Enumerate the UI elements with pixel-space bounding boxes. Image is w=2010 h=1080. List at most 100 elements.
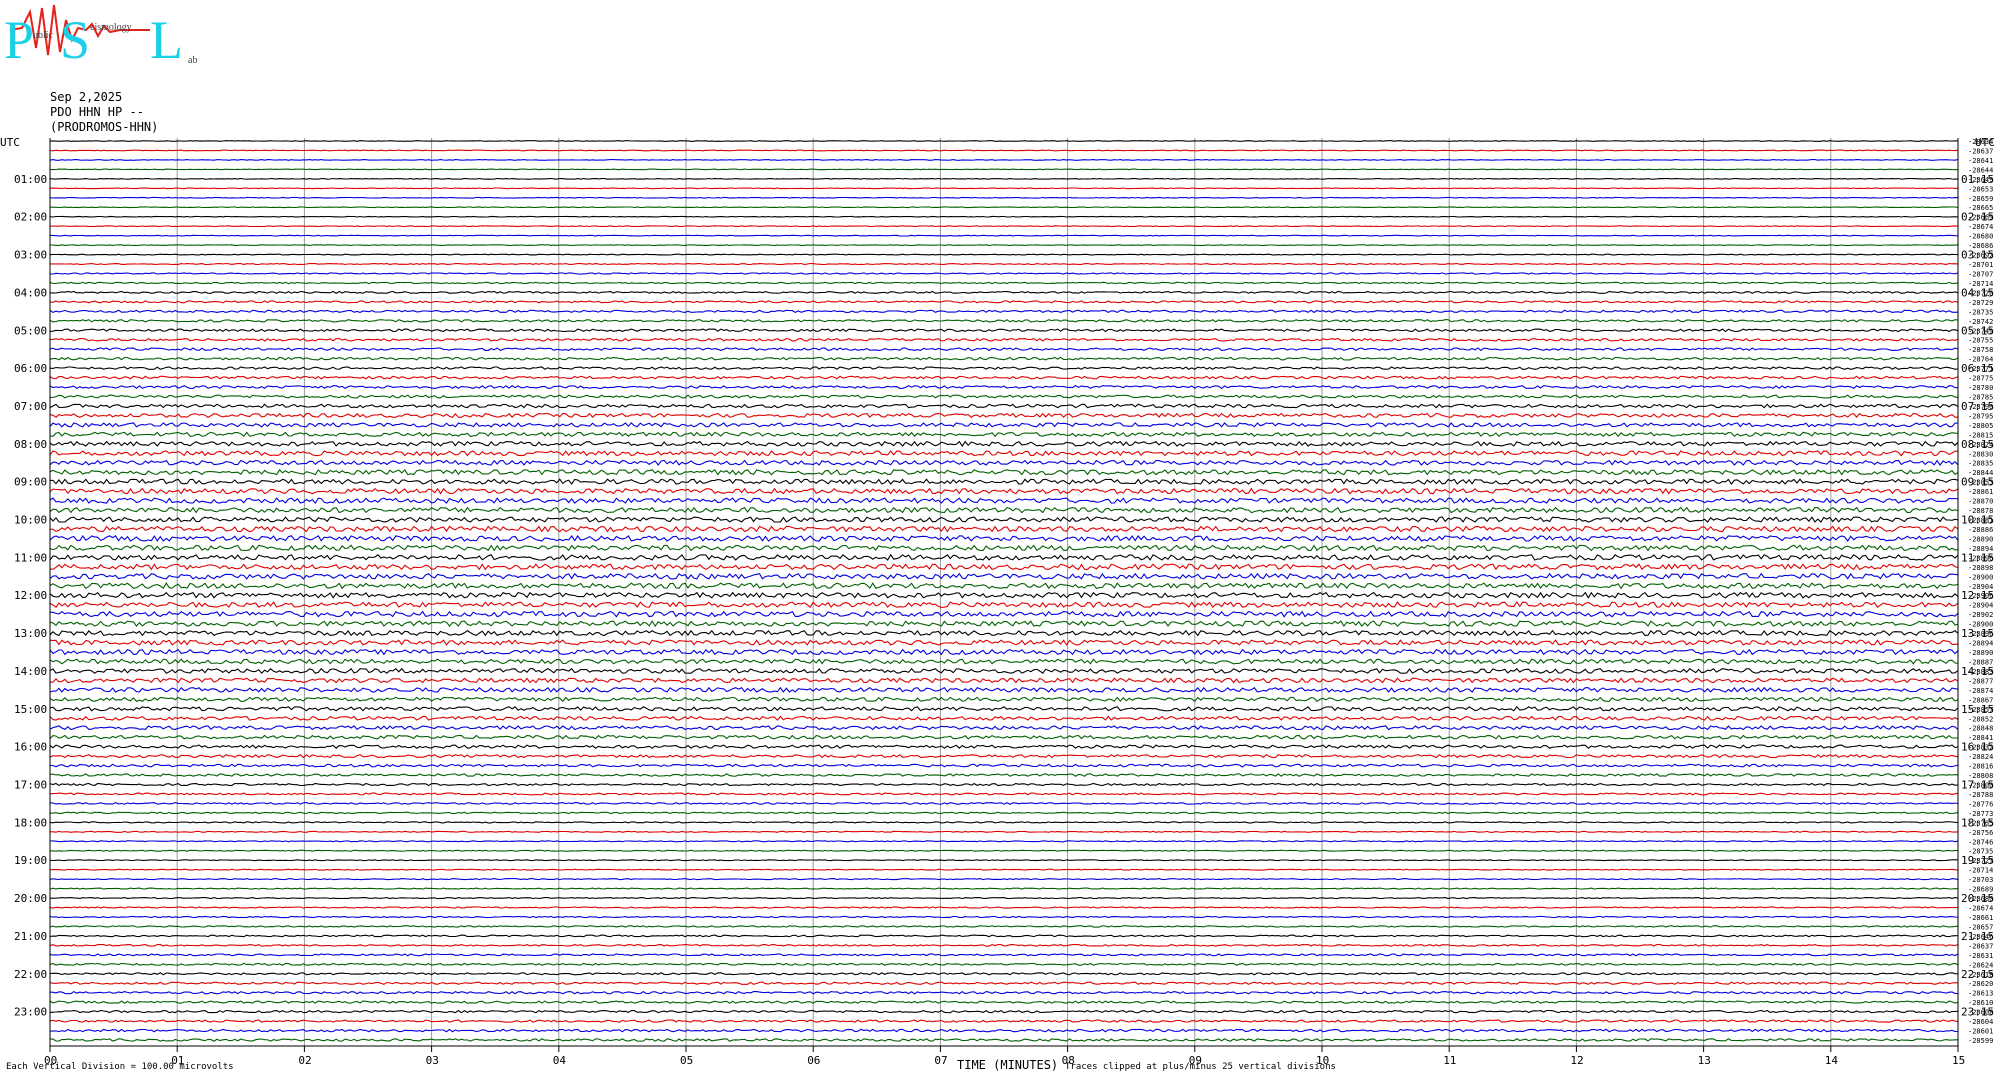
- trace-line: [49, 553, 1959, 561]
- trace-line: [49, 459, 1959, 466]
- left-hour-label: 02:00: [14, 211, 47, 224]
- left-hour-label: 23:00: [14, 1006, 47, 1019]
- plot-frame: [49, 138, 1959, 1052]
- x-tick-label: 13: [1698, 1054, 1711, 1067]
- trace-line: [49, 972, 1959, 976]
- right-hour-label: 22:15: [1961, 968, 1994, 981]
- trace-line: [49, 525, 1959, 533]
- trace-line: [50, 234, 1959, 237]
- trace-line: [49, 187, 1959, 190]
- x-axis-title: TIME (MINUTES): [957, 1058, 1059, 1072]
- left-hour-label: 07:00: [14, 400, 47, 413]
- x-tick-label: 14: [1825, 1054, 1839, 1067]
- trace-value-label: -28816: [1968, 763, 1993, 771]
- trace-line: [49, 300, 1959, 304]
- trace-line: [49, 792, 1959, 796]
- trace-value-label: -28707: [1968, 270, 1993, 278]
- plot-date: Sep 2,2025: [50, 90, 123, 104]
- trace-line: [49, 734, 1958, 740]
- trace-line: [49, 934, 1958, 938]
- right-hour-label: 11:15: [1961, 551, 1994, 564]
- trace-line: [49, 215, 1959, 218]
- station-code: PDO HHN HP --: [50, 105, 144, 119]
- trace-value-label: -28780: [1968, 384, 1993, 392]
- trace-line: [49, 534, 1959, 542]
- trace-value-label: -28703: [1968, 876, 1993, 884]
- trace-line: [49, 177, 1959, 180]
- right-hour-label: 10:15: [1961, 514, 1994, 527]
- left-hour-label: 15:00: [14, 703, 47, 716]
- right-hour-label: 03:15: [1961, 249, 1994, 262]
- trace-line: [49, 925, 1959, 928]
- right-hour-label: 16:15: [1961, 741, 1994, 754]
- trace-value-label: -28886: [1968, 526, 1993, 534]
- trace-line: [49, 943, 1959, 947]
- trace-value-label: -28735: [1968, 308, 1993, 316]
- left-hour-label: 03:00: [14, 249, 47, 262]
- trace-value-label: -28824: [1968, 753, 1993, 761]
- left-hour-label: 13:00: [14, 627, 47, 640]
- trace-line: [50, 1028, 1959, 1033]
- trace-line: [49, 319, 1959, 323]
- trace-line: [49, 906, 1958, 909]
- trace-value-label: -28714: [1968, 867, 1993, 875]
- trace-line: [49, 168, 1959, 171]
- trace-line: [50, 830, 1959, 833]
- trace-line: [49, 159, 1959, 161]
- left-hour-label: 05:00: [14, 324, 47, 337]
- trace-line: [49, 422, 1959, 428]
- trace-line: [49, 385, 1959, 390]
- trace-value-label: -28795: [1968, 412, 1993, 420]
- x-tick-label: 07: [934, 1054, 947, 1067]
- trace-line: [49, 497, 1959, 505]
- trace-line: [49, 412, 1959, 419]
- trace-value-label: -28902: [1968, 611, 1993, 619]
- trace-line: [49, 811, 1959, 815]
- minute-grid: [176, 138, 1832, 1046]
- trace-line: [49, 601, 1959, 609]
- trace-line: [50, 677, 1959, 684]
- right-hour-label: 23:15: [1961, 1006, 1994, 1019]
- trace-line: [49, 821, 1959, 824]
- trace-line: [49, 629, 1959, 637]
- trace-line: [49, 468, 1959, 476]
- x-tick-label: 03: [426, 1054, 439, 1067]
- trace-line: [49, 440, 1959, 447]
- right-hour-label: 20:15: [1961, 892, 1994, 905]
- right-hour-label: 07:15: [1961, 400, 1994, 413]
- trace-line: [50, 763, 1959, 768]
- trace-value-label: -28900: [1968, 573, 1993, 581]
- logo-letter-l: L: [150, 10, 183, 70]
- trace-line: [49, 487, 1959, 495]
- trace-value-label: -28756: [1968, 829, 1993, 837]
- trace-line: [49, 431, 1959, 438]
- trace-value-label: -28870: [1968, 498, 1993, 506]
- trace-line: [50, 206, 1959, 209]
- helicorder-chart: -28634-28637-28641-28644-28649-28653-286…: [0, 136, 1995, 1067]
- left-hour-label: 14:00: [14, 665, 47, 678]
- left-hour-label: 01:00: [14, 173, 47, 186]
- trace-line: [49, 610, 1959, 618]
- trace-line: [49, 375, 1959, 380]
- trace-line: [49, 990, 1959, 995]
- trace-line: [49, 849, 1959, 852]
- trace-line: [49, 516, 1959, 523]
- trace-line: [49, 658, 1959, 665]
- trace-value-label: -28894: [1968, 640, 1993, 648]
- left-axis-title: UTC: [0, 136, 20, 149]
- trace-value-label: -28874: [1968, 687, 1993, 695]
- trace-value-label: -28613: [1968, 990, 1993, 998]
- trace-line: [49, 582, 1959, 590]
- trace-line: [49, 753, 1959, 759]
- trace-value-label: -28746: [1968, 838, 1993, 846]
- trace-line: [49, 715, 1959, 721]
- logo-letter-p: P: [4, 10, 34, 70]
- right-hour-label: 14:15: [1961, 665, 1994, 678]
- trace-line: [49, 309, 1959, 314]
- x-tick-label: 11: [1443, 1054, 1456, 1067]
- x-tick-label: 15: [1952, 1054, 1965, 1067]
- trace-line: [49, 591, 1959, 599]
- logo-word-eismology: eismology: [90, 22, 132, 33]
- trace-line: [50, 478, 1959, 485]
- left-hour-label: 11:00: [14, 551, 47, 564]
